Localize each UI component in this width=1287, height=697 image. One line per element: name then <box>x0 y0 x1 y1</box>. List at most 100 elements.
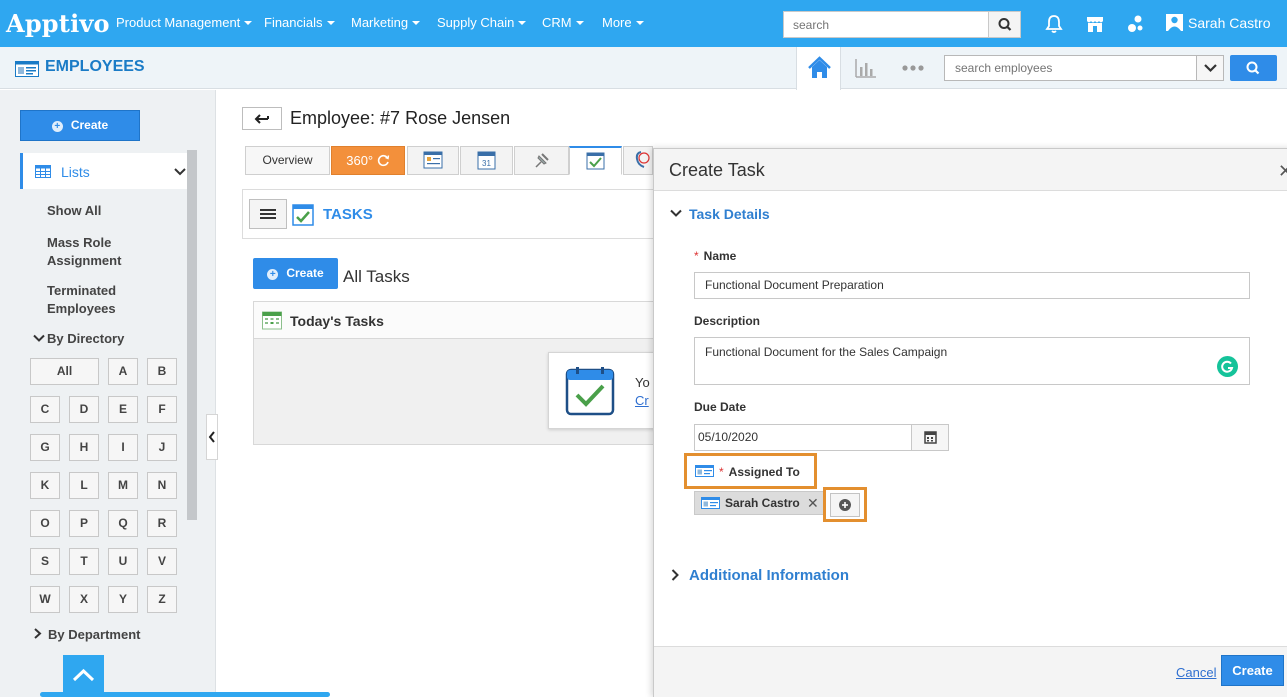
nav-more[interactable]: More <box>602 15 644 30</box>
directory-letter[interactable]: T <box>69 548 99 575</box>
back-button[interactable] <box>242 107 282 130</box>
add-assignee-button[interactable] <box>830 493 860 517</box>
section-additional-information[interactable]: Additional Information <box>689 567 849 584</box>
directory-letter[interactable]: I <box>108 434 138 461</box>
required-marker: * <box>694 249 699 263</box>
employee-search <box>944 55 1224 81</box>
description-textarea[interactable]: Functional Document for the Sales Campai… <box>694 337 1250 385</box>
name-label: * Name <box>694 249 737 263</box>
directory-letter[interactable]: B <box>147 358 177 385</box>
remove-assignee-icon[interactable]: ✕ <box>807 495 819 512</box>
empty-state-create-link[interactable]: Cr <box>635 393 649 408</box>
directory-letter[interactable]: J <box>147 434 177 461</box>
due-date-input[interactable]: 05/10/2020 <box>694 424 912 451</box>
directory-letter[interactable]: K <box>30 472 60 499</box>
tab-notes[interactable] <box>407 146 459 175</box>
directory-letter[interactable]: L <box>69 472 99 499</box>
employee-search-input[interactable] <box>945 56 1195 80</box>
terminated-employees-link[interactable]: Terminated Employees <box>47 282 157 318</box>
search-icon <box>1246 61 1260 75</box>
global-search-input[interactable] <box>784 12 989 37</box>
nav-crm[interactable]: CRM <box>542 15 584 30</box>
chevron-down-icon <box>174 168 186 176</box>
task-check-icon <box>586 152 605 170</box>
create-task-button[interactable]: + Create <box>253 258 338 289</box>
store-icon[interactable] <box>1084 13 1106 35</box>
nav-marketing[interactable]: Marketing <box>351 15 421 30</box>
nav-financials[interactable]: Financials <box>264 15 335 30</box>
tab-call-log[interactable] <box>623 146 653 175</box>
top-navbar: Apptivo Product Management Financials Ma… <box>0 0 1287 47</box>
directory-letter[interactable]: M <box>108 472 138 499</box>
directory-letter[interactable]: O <box>30 510 60 537</box>
tab-calendar[interactable]: 31 <box>460 146 513 175</box>
close-icon[interactable]: ✕ <box>1278 161 1287 182</box>
grammarly-g-icon <box>1221 360 1234 373</box>
by-department-toggle[interactable]: By Department <box>33 627 140 642</box>
cancel-link[interactable]: Cancel <box>1176 665 1216 680</box>
chevron-right-icon[interactable] <box>671 569 680 581</box>
nav-supply-chain[interactable]: Supply Chain <box>437 15 527 30</box>
home-button[interactable] <box>796 47 841 90</box>
calendar-icon <box>924 431 937 444</box>
scroll-to-top-button[interactable] <box>63 655 104 697</box>
directory-letter[interactable]: P <box>69 510 99 537</box>
employee-search-button[interactable] <box>1230 55 1277 81</box>
nav-product-management[interactable]: Product Management <box>116 15 253 30</box>
directory-letter[interactable]: X <box>69 586 99 613</box>
tab-360[interactable]: 360° <box>331 146 405 175</box>
tab-overview[interactable]: Overview <box>245 146 330 175</box>
global-search-button[interactable] <box>988 12 1020 37</box>
mass-role-assignment-link[interactable]: Mass Role Assignment <box>47 234 157 270</box>
directory-letter[interactable]: Y <box>108 586 138 613</box>
apptivo-logo[interactable]: Apptivo <box>6 9 110 38</box>
pin-icon <box>535 153 549 168</box>
directory-letter-all[interactable]: All <box>30 358 99 385</box>
directory-letter[interactable]: S <box>30 548 60 575</box>
date-picker-button[interactable] <box>911 424 949 451</box>
name-input[interactable]: Functional Document Preparation <box>694 272 1250 299</box>
directory-letter[interactable]: A <box>108 358 138 385</box>
directory-letter[interactable]: Q <box>108 510 138 537</box>
apps-icon[interactable] <box>1124 13 1146 35</box>
directory-letter[interactable]: V <box>147 548 177 575</box>
todays-tasks-header: Today's Tasks <box>254 302 657 339</box>
caret-down-icon <box>244 21 253 25</box>
search-filter-dropdown[interactable] <box>1196 56 1223 80</box>
lists-dropdown[interactable]: Lists <box>20 153 187 189</box>
directory-letter[interactable]: H <box>69 434 99 461</box>
chevron-down-icon[interactable] <box>670 209 682 218</box>
directory-letter[interactable]: F <box>147 396 177 423</box>
user-name: Sarah Castro <box>1188 15 1271 31</box>
directory-letter[interactable]: U <box>108 548 138 575</box>
by-directory-toggle[interactable]: By Directory <box>33 331 124 346</box>
bell-icon[interactable] <box>1043 13 1065 35</box>
tab-pin[interactable] <box>514 146 569 175</box>
user-menu[interactable]: Sarah Castro <box>1166 14 1270 31</box>
tab-tasks[interactable] <box>569 146 622 175</box>
directory-letter[interactable]: D <box>69 396 99 423</box>
empty-state-card: Yo Cr <box>548 352 663 429</box>
grammarly-icon[interactable] <box>1217 356 1238 377</box>
sidebar-create-button[interactable]: + Create <box>20 110 140 141</box>
assigned-to-label: * Assigned To <box>719 465 800 479</box>
directory-letter[interactable]: N <box>147 472 177 499</box>
sidebar-collapse-toggle[interactable] <box>206 414 218 460</box>
sidebar-scrollbar[interactable] <box>187 150 197 520</box>
directory-letter[interactable]: R <box>147 510 177 537</box>
chevron-right-icon <box>34 628 42 639</box>
modal-footer: Cancel Create <box>654 646 1287 697</box>
modal-create-button[interactable]: Create <box>1221 655 1284 686</box>
directory-letter[interactable]: W <box>30 586 60 613</box>
tasks-icon <box>292 204 314 226</box>
show-all-link[interactable]: Show All <box>47 202 101 220</box>
directory-letter[interactable]: Z <box>147 586 177 613</box>
directory-letter[interactable]: G <box>30 434 60 461</box>
more-options-icon[interactable] <box>901 64 925 72</box>
section-task-details[interactable]: Task Details <box>689 206 770 222</box>
directory-letter[interactable]: E <box>108 396 138 423</box>
analytics-icon[interactable] <box>854 57 878 79</box>
tasks-menu-button[interactable] <box>249 199 287 229</box>
employee-title: Employee: #7 Rose Jensen <box>290 108 511 128</box>
directory-letter[interactable]: C <box>30 396 60 423</box>
